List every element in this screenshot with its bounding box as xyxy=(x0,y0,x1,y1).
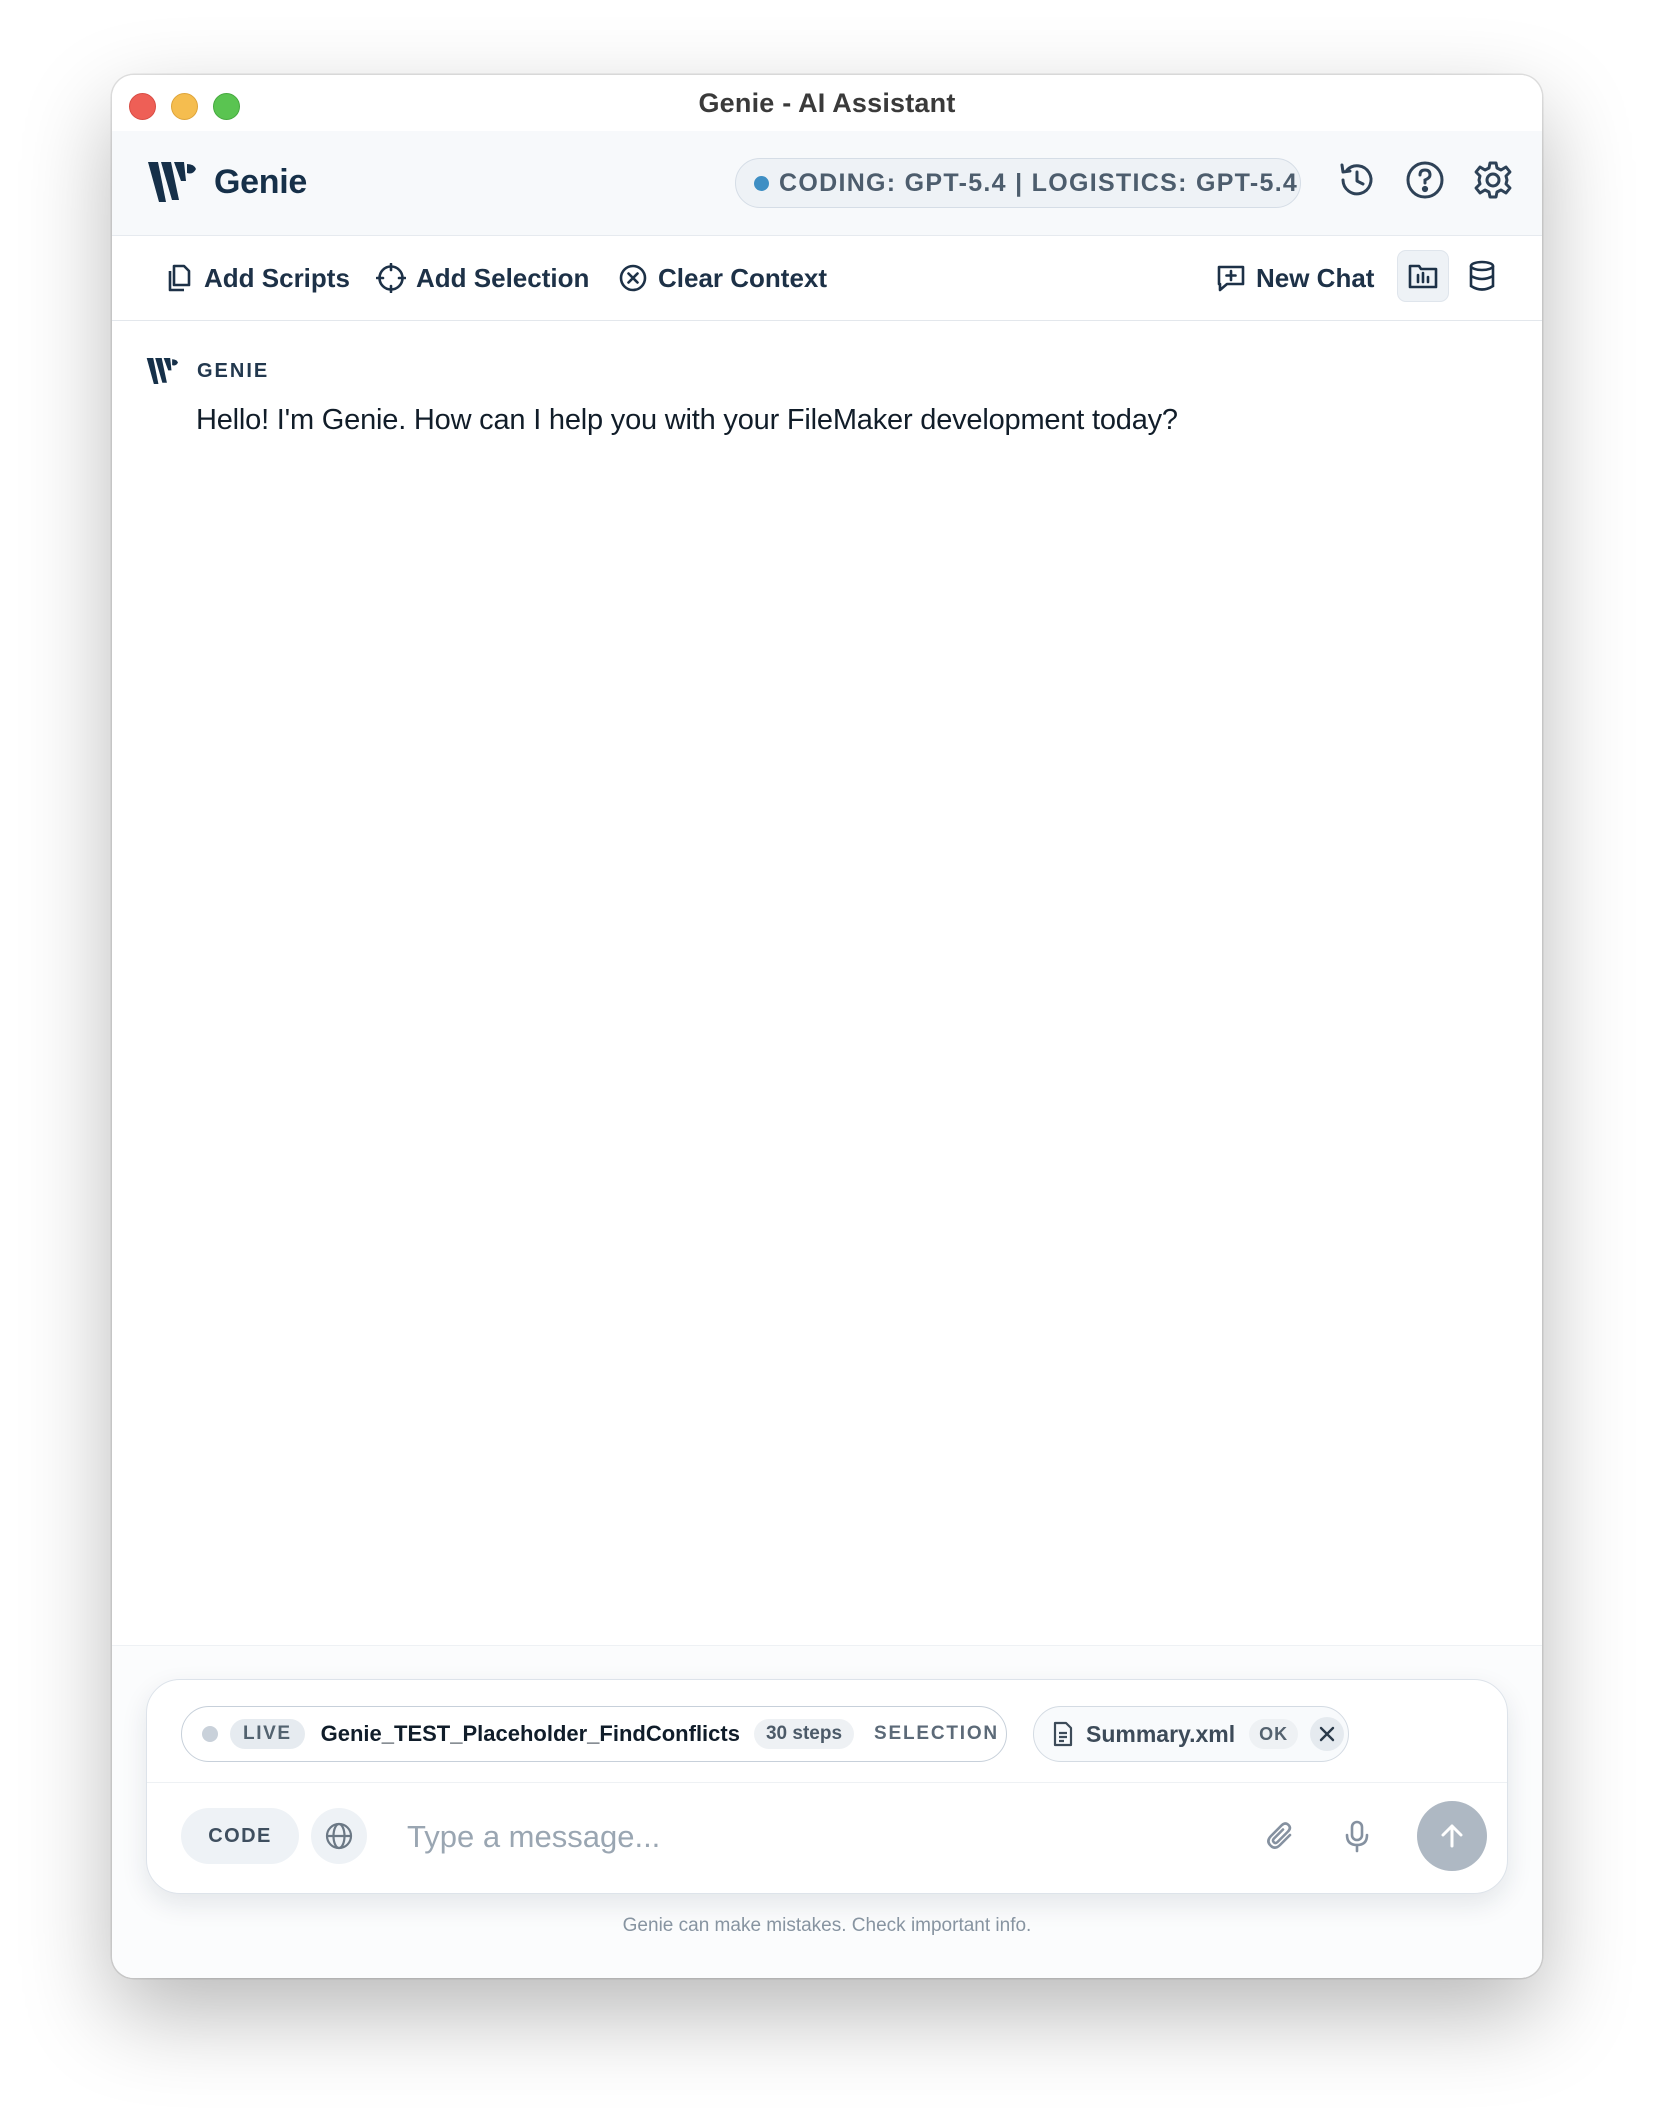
title-bar: Genie - AI Assistant xyxy=(112,75,1542,131)
database-icon xyxy=(1469,260,1495,291)
history-icon[interactable] xyxy=(1336,159,1378,201)
send-button[interactable] xyxy=(1417,1801,1487,1871)
brand: Genie xyxy=(146,159,307,205)
help-icon[interactable] xyxy=(1404,159,1446,201)
context-chips-row: LIVE Genie_TEST_Placeholder_FindConflict… xyxy=(147,1680,1507,1783)
message-composer: LIVE Genie_TEST_Placeholder_FindConflict… xyxy=(146,1679,1508,1894)
live-status-dot xyxy=(202,1726,218,1742)
app-header: Genie CODING: GPT-5.4 | LOGISTICS: GPT-5… xyxy=(112,131,1542,236)
layout-panel-toggle[interactable] xyxy=(1397,250,1449,302)
database-button[interactable] xyxy=(1456,250,1508,302)
genie-logo-icon xyxy=(148,162,196,202)
clear-context-button[interactable]: Clear Context xyxy=(618,257,827,299)
globe-icon xyxy=(325,1822,353,1850)
close-icon xyxy=(1319,1726,1335,1742)
new-chat-label: New Chat xyxy=(1256,262,1375,293)
circle-x-icon xyxy=(618,263,648,293)
status-dot xyxy=(754,175,769,191)
message-text: Hello! I'm Genie. How can I help you wit… xyxy=(196,404,1178,436)
file-name: Summary.xml xyxy=(1086,1720,1236,1747)
add-scripts-label: Add Scripts xyxy=(204,262,350,293)
close-window-button[interactable] xyxy=(129,93,156,120)
remove-file-button[interactable] xyxy=(1310,1717,1345,1751)
file-icon xyxy=(1053,1721,1073,1747)
target-crosshair-icon xyxy=(376,263,406,293)
microphone-button[interactable] xyxy=(1337,1817,1377,1857)
model-status-text: CODING: GPT-5.4 | LOGISTICS: GPT-5.4 xyxy=(779,168,1299,197)
add-selection-label: Add Selection xyxy=(416,262,590,293)
input-row: CODE xyxy=(147,1783,1507,1893)
app-window: Genie - AI Assistant Genie CODING: GPT-5… xyxy=(112,75,1542,1978)
live-badge: LIVE xyxy=(230,1719,305,1749)
message-input[interactable] xyxy=(405,1805,949,1869)
steps-badge: 30 steps xyxy=(753,1719,855,1749)
add-selection-button[interactable]: Add Selection xyxy=(376,257,589,299)
chat-plus-icon xyxy=(1216,263,1246,293)
add-scripts-button[interactable]: Add Scripts xyxy=(164,257,350,299)
window-controls xyxy=(129,93,240,120)
script-name: Genie_TEST_Placeholder_FindConflicts xyxy=(320,1721,740,1746)
folder-chart-icon xyxy=(1408,264,1438,289)
new-chat-button[interactable]: New Chat xyxy=(1216,257,1374,299)
zoom-window-button[interactable] xyxy=(213,93,240,120)
arrow-up-icon xyxy=(1441,1824,1463,1848)
chat-history: GENIE Hello! I'm Genie. How can I help y… xyxy=(112,322,1542,1722)
microphone-icon xyxy=(1345,1820,1369,1853)
attach-button[interactable] xyxy=(1261,1817,1301,1857)
live-script-chip[interactable]: LIVE Genie_TEST_Placeholder_FindConflict… xyxy=(181,1706,1007,1762)
window-title: Genie - AI Assistant xyxy=(698,87,956,118)
message-header: GENIE xyxy=(145,356,269,386)
genie-avatar-icon xyxy=(146,357,178,385)
gear-icon[interactable] xyxy=(1472,159,1514,201)
brand-name: Genie xyxy=(214,162,307,201)
file-chip[interactable]: Summary.xml OK xyxy=(1033,1706,1349,1762)
code-mode-toggle[interactable]: CODE xyxy=(181,1808,299,1864)
message-sender: GENIE xyxy=(197,359,270,382)
copy-document-icon xyxy=(164,263,194,293)
file-status-badge: OK xyxy=(1249,1719,1299,1749)
model-status-pill[interactable]: CODING: GPT-5.4 | LOGISTICS: GPT-5.4 xyxy=(735,158,1301,208)
context-toolbar: Add Scripts Add Selection Clear Context xyxy=(112,236,1542,321)
disclaimer-text: Genie can make mistakes. Check important… xyxy=(622,1915,1032,1936)
header-actions xyxy=(1336,159,1514,201)
web-search-toggle[interactable] xyxy=(311,1808,367,1864)
minimize-window-button[interactable] xyxy=(171,93,198,120)
scope-label: SELECTION xyxy=(874,1723,999,1744)
clear-context-label: Clear Context xyxy=(658,262,828,293)
paperclip-icon xyxy=(1267,1822,1292,1849)
